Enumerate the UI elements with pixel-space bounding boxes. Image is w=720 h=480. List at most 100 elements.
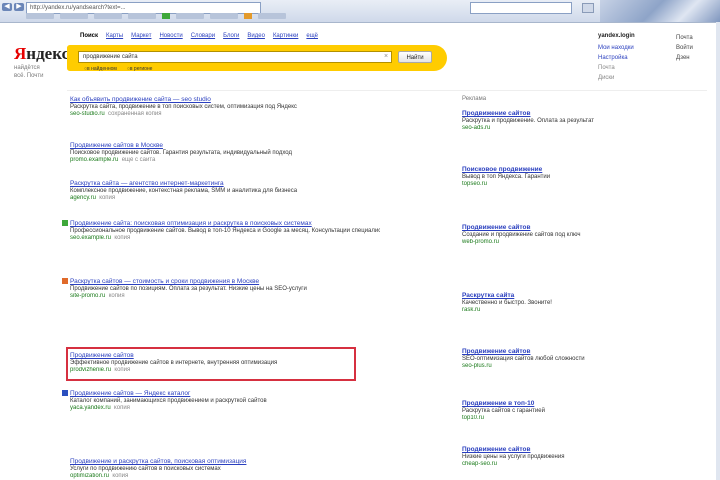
result-cache-link[interactable]: копия [99,195,115,201]
result-cache-link[interactable]: копия [109,293,125,299]
ad-snippet: Качественно и быстро. Звоните! [462,300,552,306]
header-divider [67,90,707,91]
result-url[interactable]: site-promo.ru [70,293,105,299]
ad-url[interactable]: top10.ru [462,415,622,421]
yandex-logo[interactable]: Яндекс [14,44,69,64]
ad-snippet: SEO-оптимизация сайтов любой сложности [462,356,585,362]
ad-item: Поисковое продвижение Вывод в топ Яндекс… [462,166,622,187]
highlight-box [66,347,356,381]
tab-market[interactable]: Маркет [131,33,151,39]
result-title[interactable]: Продвижение и раскрутка сайтов, поискова… [70,458,380,465]
result-url-line: agency.ru копия [70,195,380,201]
ad-item: Продвижение сайтов SEO-оптимизация сайто… [462,348,622,369]
logo-tagline-2: всё. Почти [14,73,44,79]
ad-url[interactable]: topseo.ru [462,181,622,187]
result-snippet: Услуги по продвижению сайтов в поисковых… [70,466,221,472]
result-url-line: site-promo.ru копия [70,293,380,299]
tab-blogs[interactable]: Блоги [223,33,239,39]
search-button[interactable]: Найти [398,51,432,63]
result-item: Продвижение сайта: поисковая оптимизация… [62,220,380,241]
header-link[interactable]: Почта [676,33,693,43]
scrollbar[interactable] [716,22,720,480]
ad-url[interactable]: web-promo.ru [462,239,622,245]
result-item: Как объявить продвижение сайта — seo stu… [70,96,380,117]
bookmark-item[interactable] [26,13,54,19]
ad-title[interactable]: Продвижение в топ-10 [462,400,622,407]
result-cache-link[interactable]: копия [114,235,130,241]
result-url[interactable]: optimization.ru [70,473,109,479]
ads-header: Реклама [462,96,487,102]
ad-item: Продвижение сайтов Создание и продвижени… [462,224,622,245]
result-cache-link[interactable]: ещё с сайта [122,157,156,163]
ad-title[interactable]: Продвижение сайтов [462,110,622,117]
result-title[interactable]: Как объявить продвижение сайта — seo stu… [70,96,380,103]
ad-url[interactable]: rask.ru [462,307,622,313]
result-title[interactable]: Продвижение сайтов — Яндекс каталог [70,390,380,397]
result-url[interactable]: seo-studio.ru [70,111,105,117]
nav-buttons: ◀ ▶ [2,3,24,11]
bookmark-favicon-icon[interactable] [162,13,170,19]
logo-first-letter: Я [14,44,27,63]
bookmark-item[interactable] [128,13,156,19]
ads-column: Реклама Продвижение сайтов Раскрутка и п… [462,96,622,467]
result-url[interactable]: seo.example.ru [70,235,111,241]
ad-title[interactable]: Поисковое продвижение [462,166,622,173]
ad-item: Продвижение сайтов Раскрутка и продвижен… [462,110,622,131]
ad-title[interactable]: Раскрутка сайта [462,292,622,299]
result-title[interactable]: Раскрутка сайтов — стоимость и сроки про… [70,278,380,285]
search-input[interactable] [78,51,392,63]
ad-url[interactable]: cheap-seo.ru [462,461,622,467]
radio-in-results[interactable]: в найденном [84,66,117,72]
ad-url[interactable]: seo-plus.ru [462,363,622,369]
tab-video[interactable]: Видео [247,33,265,39]
user-link[interactable]: Почта [598,63,634,73]
bookmark-favicon-icon[interactable] [244,13,252,19]
service-tabs: Поиск Карты Маркет Новости Словари Блоги… [80,33,318,39]
tab-maps[interactable]: Карты [106,33,123,39]
forward-arrow-icon[interactable]: ▶ [14,3,24,11]
tab-news[interactable]: Новости [159,33,182,39]
bookmark-item[interactable] [60,13,88,19]
result-snippet: Каталог компаний, занимающихся продвижен… [70,398,267,404]
minimize-icon[interactable] [582,3,594,13]
logo-tagline: найдётся [14,65,40,71]
tab-images[interactable]: Картинки [273,33,298,39]
result-cache-link[interactable]: копия [114,405,130,411]
ad-title[interactable]: Продвижение сайтов [462,224,622,231]
user-link[interactable]: Настройка [598,53,634,63]
result-snippet: Профессиональное продвижение сайтов. Выв… [70,228,380,234]
tab-search[interactable]: Поиск [80,33,98,39]
header-right-links: Почта Войти Дзен [676,33,693,63]
result-url[interactable]: agency.ru [70,195,96,201]
user-link[interactable]: Мои находки [598,43,634,53]
result-title[interactable]: Раскрутка сайта — агентство интернет-мар… [70,180,380,187]
header-link[interactable]: Дзен [676,53,693,63]
ad-snippet: Создание и продвижение сайтов под ключ [462,232,581,238]
result-cache-link[interactable]: сохранённая копия [108,111,161,117]
bookmark-item[interactable] [210,13,238,19]
bookmark-item[interactable] [94,13,122,19]
header-link[interactable]: Войти [676,43,693,53]
ad-title[interactable]: Продвижение сайтов [462,446,622,453]
tab-dictionaries[interactable]: Словари [191,33,215,39]
radio-in-region[interactable]: в регионе [127,66,153,72]
ad-item: Раскрутка сайта Качественно и быстро. Зв… [462,292,622,313]
back-arrow-icon[interactable]: ◀ [2,3,12,11]
bookmark-item[interactable] [176,13,204,19]
ad-url[interactable]: seo-ads.ru [462,125,622,131]
user-link[interactable]: Диски [598,73,634,83]
bookmark-item[interactable] [258,13,286,19]
result-cache-link[interactable]: копия [112,473,128,479]
search-options: в найденном в регионе [84,66,152,72]
result-title[interactable]: Продвижение сайта: поисковая оптимизация… [70,220,380,227]
result-url[interactable]: promo.example.ru [70,157,118,163]
browser-search-field[interactable] [470,2,572,14]
ad-title[interactable]: Продвижение сайтов [462,348,622,355]
user-links: Мои находки Настройка Почта Диски [598,43,634,83]
clear-icon[interactable]: × [384,53,388,60]
user-name[interactable]: yandex.login [598,33,635,39]
result-url[interactable]: yaca.yandex.ru [70,405,111,411]
result-title[interactable]: Продвижение сайтов в Москве [70,142,380,149]
result-item: Продвижение и раскрутка сайтов, поискова… [70,458,380,479]
tab-more[interactable]: ещё [306,33,318,39]
